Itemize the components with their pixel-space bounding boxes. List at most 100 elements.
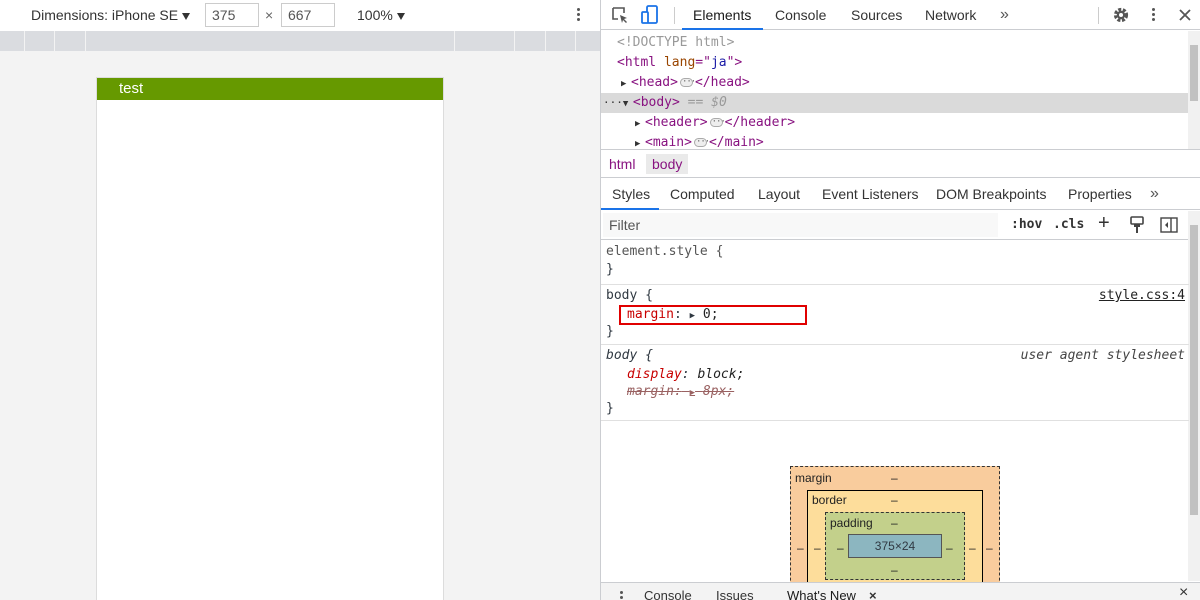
user-agent-rule: body { user agent stylesheet display: bl… [601, 345, 1189, 421]
breadcrumb-html[interactable]: html [603, 154, 641, 174]
colon: : [673, 384, 682, 399]
active-subtab-indicator [601, 208, 659, 210]
row-ellipsis[interactable]: ··· [603, 96, 623, 109]
dom-header-node[interactable]: ▶<header> </header> [635, 112, 796, 134]
tab-properties[interactable]: Properties [1068, 178, 1132, 210]
padding-label: padding [830, 516, 873, 530]
css-prop-name: margin [627, 384, 674, 399]
collapsed-ellipsis-icon[interactable] [709, 112, 725, 132]
border-top-value[interactable]: – [891, 493, 898, 507]
rule-close-brace: } [606, 262, 614, 277]
close-drawer-icon[interactable]: × [1179, 584, 1188, 600]
cls-button[interactable]: .cls [1053, 215, 1084, 235]
dom-main-node[interactable]: ▶<main> </main> [635, 132, 764, 149]
filter-input[interactable] [603, 213, 998, 237]
dom-html-node[interactable]: <html lang="ja"> [617, 53, 742, 73]
main-close-tag: </main> [708, 135, 764, 149]
toolbar-divider [674, 7, 675, 24]
body-open-tag: <body> [632, 95, 680, 110]
emulated-page-viewport[interactable]: test [96, 77, 444, 600]
scrollbar-thumb[interactable] [1190, 45, 1198, 101]
rule-selector: body { [606, 348, 653, 363]
tab-network[interactable]: Network [925, 0, 976, 30]
drawer-tab-console[interactable]: Console [644, 587, 692, 600]
css-prop-value: block; [697, 367, 745, 382]
main-open-tag: <main> [645, 135, 692, 149]
dom-body-node[interactable]: ···▼ <body> == $0 [603, 93, 727, 113]
padding-bottom-value[interactable]: – [891, 563, 898, 577]
expand-triangle-icon[interactable]: ▶ [621, 74, 631, 94]
kebab-menu-icon[interactable] [1146, 6, 1160, 26]
dom-tree-scrollbar[interactable] [1188, 31, 1200, 149]
margin-top-value[interactable]: – [891, 471, 898, 485]
css-prop-name: display [627, 367, 682, 382]
inspect-element-icon[interactable] [612, 7, 629, 24]
rule-selector[interactable]: body { [606, 287, 653, 305]
border-label: border [812, 493, 847, 507]
add-rule-button[interactable]: + [1098, 213, 1110, 233]
expand-triangle-icon[interactable]: ▶ [635, 134, 645, 149]
border-left-value[interactable]: – [814, 541, 821, 555]
dom-doctype[interactable]: <!DOCTYPE html> [617, 33, 734, 53]
kebab-menu-icon[interactable] [614, 589, 628, 600]
attr-eq: =" [695, 55, 711, 70]
device-toolbar-icon[interactable] [641, 5, 661, 25]
tab-layout[interactable]: Layout [758, 178, 800, 210]
tab-sources[interactable]: Sources [851, 0, 902, 30]
tab-computed[interactable]: Computed [670, 178, 735, 210]
ruler-divider [514, 31, 515, 51]
collapsed-ellipsis-icon[interactable] [679, 72, 695, 92]
dropdown-arrow-icon [396, 12, 405, 20]
kebab-menu-icon[interactable] [571, 6, 585, 26]
padding-top-value[interactable]: – [891, 516, 898, 530]
chevron-double-right-icon[interactable]: » [1000, 0, 1009, 30]
devtools-top-toolbar: Elements Console Sources Network » [601, 0, 1200, 30]
header-close-tag: </header> [724, 115, 796, 130]
width-input[interactable]: 375 [205, 3, 259, 27]
expand-triangle-icon[interactable]: ▶ [635, 114, 645, 134]
gear-icon[interactable] [1112, 6, 1130, 24]
drawer-tab-whats-new[interactable]: What's New [787, 587, 856, 600]
paint-brush-icon[interactable] [1129, 216, 1145, 234]
device-emulation-pane: Dimensions: iPhone SE 375 × 667 100% tes… [0, 0, 600, 600]
close-tab-icon[interactable]: × [869, 587, 877, 600]
close-icon[interactable] [1178, 8, 1192, 22]
rule-selector[interactable]: element.style { [606, 243, 723, 261]
tab-elements[interactable]: Elements [693, 0, 751, 30]
dom-head-node[interactable]: ▶<head> </head> [621, 72, 750, 94]
zoom-dropdown[interactable]: 100% [357, 0, 405, 31]
style-source-link[interactable]: style.css:4 [1099, 287, 1185, 305]
ruler-divider [545, 31, 546, 51]
toolbar-divider [1098, 7, 1099, 24]
tab-styles[interactable]: Styles [612, 178, 650, 210]
collapsed-ellipsis-icon[interactable] [693, 132, 709, 149]
tab-dom-breakpoints[interactable]: DOM Breakpoints [936, 178, 1046, 210]
hov-button[interactable]: :hov [1011, 215, 1042, 235]
attr-close: "> [726, 55, 743, 70]
margin-right-value[interactable]: – [986, 541, 993, 555]
styles-scrollbar[interactable] [1188, 211, 1200, 581]
ruler-divider [85, 31, 86, 51]
height-input[interactable]: 667 [281, 3, 335, 27]
box-model-diagram: margin – – – border – – – padding – – – … [790, 466, 1000, 600]
padding-right-value[interactable]: – [946, 541, 953, 555]
toggle-sidebar-icon[interactable] [1160, 217, 1178, 233]
user-agent-source: user agent stylesheet [1020, 348, 1185, 363]
active-tab-indicator [682, 28, 763, 30]
scrollbar-thumb[interactable] [1190, 225, 1198, 515]
selected-marker: == $0 [687, 95, 727, 110]
border-right-value[interactable]: – [969, 541, 976, 555]
drawer-tab-issues[interactable]: Issues [716, 587, 754, 600]
collapse-triangle-icon[interactable]: ▼ [623, 94, 633, 114]
tab-event-listeners[interactable]: Event Listeners [822, 178, 919, 210]
chevron-double-right-icon[interactable]: » [1150, 178, 1159, 210]
breadcrumb-body[interactable]: body [646, 154, 689, 174]
box-model-content-size[interactable]: 375×24 [848, 534, 942, 558]
dimensions-dropdown[interactable]: Dimensions: iPhone SE [31, 0, 191, 31]
padding-left-value[interactable]: – [837, 541, 844, 555]
media-query-ruler[interactable] [0, 31, 600, 51]
tab-console[interactable]: Console [775, 0, 826, 30]
element-style-rule[interactable]: element.style { } [601, 240, 1189, 285]
margin-left-value[interactable]: – [797, 541, 804, 555]
dropdown-arrow-icon [182, 12, 191, 20]
